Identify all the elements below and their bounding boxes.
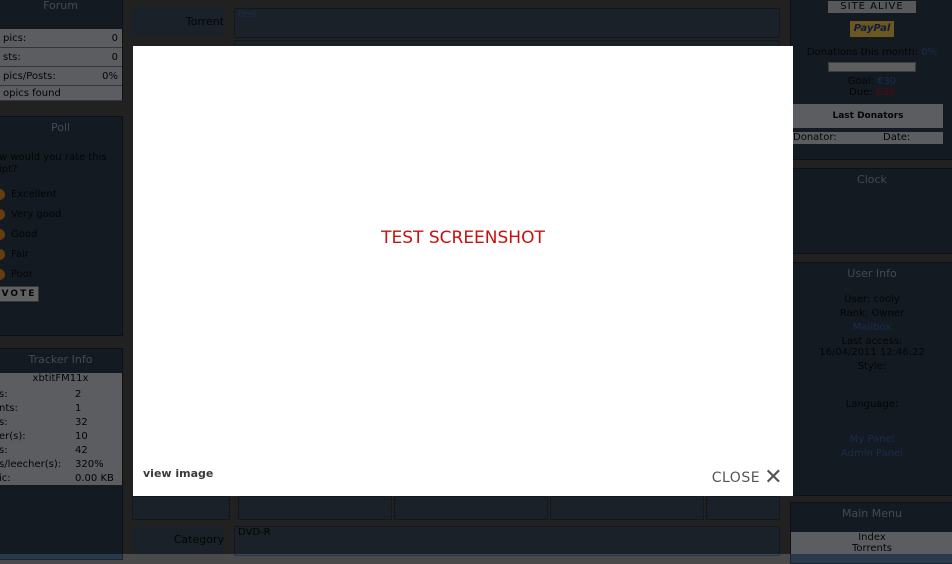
category-field: DVD-R [234, 526, 780, 556]
site-alive-badge: SITE ALIVE [828, 1, 916, 13]
tracker-row: ic: 0.00 KB [0, 471, 122, 485]
radio-icon[interactable] [0, 248, 5, 260]
user-info-title: User Info [847, 267, 897, 280]
poll-option-excellent[interactable]: Excellent [0, 184, 122, 204]
tracker-row: s: 2 [0, 387, 122, 401]
tracker-row: s: 32 [0, 415, 122, 429]
donations-percent: 0% [921, 47, 938, 58]
poll-option-very-good[interactable]: Very good [0, 204, 122, 224]
poll-title: Poll [50, 121, 71, 134]
user-name: User: cooly [844, 294, 900, 305]
forum-footer[interactable]: opics found [0, 86, 122, 101]
details-cell [706, 496, 780, 520]
last-access-label: Last access: [841, 336, 903, 347]
forum-row-topics: pics: 0 [0, 29, 122, 48]
tracker-info-panel: Tracker Info xbtitFM11x s: 2 nts: 1 s: 32 e… [0, 348, 123, 560]
tracker-row: nts: 1 [0, 401, 122, 415]
forum-row-posts: sts: 0 [0, 48, 122, 67]
tracker-name: xbtitFM11x [0, 373, 122, 387]
clock-title: Clock [857, 173, 887, 186]
view-image-link[interactable]: view image [143, 467, 213, 480]
main-menu-panel: Main Menu Index Torrents [790, 502, 952, 564]
radio-icon[interactable] [0, 188, 5, 200]
forum-title: Forum [43, 0, 78, 12]
donation-panel: SITE ALIVE PayPal Donations this month: … [790, 0, 952, 160]
close-button[interactable]: CLOSE ✕ [711, 467, 783, 489]
radio-icon[interactable] [0, 208, 5, 220]
user-info-panel: User Info User: cooly Rank: Owner Mailbo… [790, 262, 952, 496]
category-value: DVD-R [238, 527, 271, 538]
radio-icon[interactable] [0, 228, 5, 240]
donator-col: Donator: [793, 132, 837, 143]
tracker-info-title: Tracker Info [28, 353, 93, 366]
torrent-name[interactable]: test [238, 9, 257, 20]
clock-panel: Clock [790, 168, 952, 254]
close-label: CLOSE [711, 470, 761, 486]
language-label: Language: [845, 399, 899, 410]
date-col: Date: [883, 132, 911, 143]
details-cell [550, 496, 704, 520]
radio-icon[interactable] [0, 268, 5, 280]
style-label: Style: [857, 361, 887, 372]
tracker-row: s/leecher(s): 320% [0, 457, 122, 471]
admin-panel-link[interactable]: Admin Panel [791, 448, 952, 459]
details-row-cells [132, 496, 230, 520]
goal-value: €30 [877, 76, 897, 87]
details-cell [394, 496, 548, 520]
tracker-row: er(s): 10 [0, 429, 122, 443]
poll-option-fair[interactable]: Fair [0, 244, 122, 264]
paypal-button[interactable]: PayPal [850, 21, 894, 37]
poll-option-poor[interactable]: Poor [0, 264, 122, 284]
poll-option-good[interactable]: Good [0, 224, 122, 244]
vote-button[interactable]: VOTE [0, 286, 39, 302]
main-menu-title: Main Menu [842, 507, 902, 520]
poll-panel: Poll w would you rate this ipt? Excellen… [0, 116, 123, 336]
poll-question: w would you rate this ipt? [0, 152, 107, 175]
details-cell [238, 496, 392, 520]
category-label: Category [132, 526, 224, 554]
my-panel-link[interactable]: My Panel [791, 434, 952, 445]
screenshot-lightbox: TEST SCREENSHOT view image CLOSE ✕ [133, 46, 793, 496]
torrent-label: Torrent [132, 8, 224, 36]
tracker-row: s: 42 [0, 443, 122, 457]
due-value: €30 [875, 87, 895, 98]
torrent-name-field: test [234, 8, 780, 38]
close-icon[interactable]: ✕ [764, 467, 783, 489]
donation-progress [828, 62, 916, 72]
last-access-value: 16/04/2011 12:46:22 [819, 347, 925, 358]
forum-row-ratio: pics/Posts: 0% [0, 67, 122, 86]
menu-item-torrents[interactable]: Torrents [791, 543, 952, 554]
mailbox-link[interactable]: Mailbox [791, 322, 952, 333]
forum-panel: Forum pics: 0 sts: 0 pics/Posts: 0% opics f… [0, 0, 123, 101]
last-donators-header: Last Donators [793, 104, 943, 128]
menu-item-index[interactable]: Index [791, 532, 952, 543]
user-rank: Rank: Owner [839, 308, 905, 319]
lightbox-image-title: TEST SCREENSHOT [381, 228, 545, 248]
donations-month: Donations this month: [806, 47, 919, 58]
